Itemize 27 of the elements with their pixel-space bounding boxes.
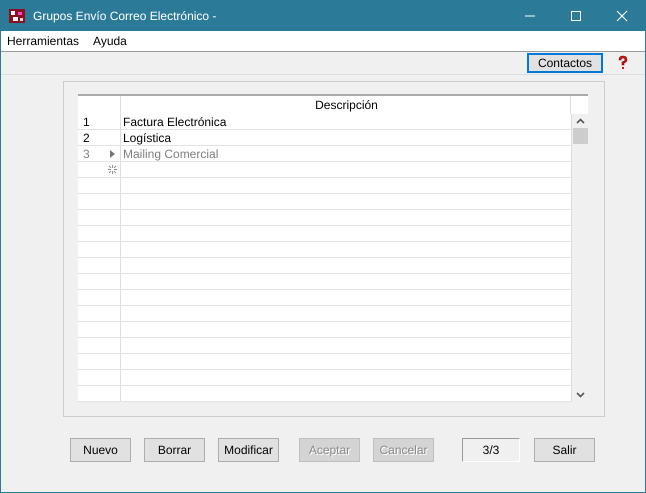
app-icon [9,9,25,23]
menu-item[interactable]: Ayuda [93,34,127,48]
row-number: 3 [83,146,90,160]
grid-row[interactable]: 2 Logística [78,130,571,146]
window-title: Grupos Envío Correo Electrónico - [33,9,218,23]
description-text: Mailing Comercial [123,146,218,160]
contacts-button[interactable]: Contactos [526,53,603,73]
action-button[interactable]: Nuevo [70,438,131,462]
scroll-up-icon[interactable] [576,118,584,124]
row-number: 1 [83,114,90,128]
action-button[interactable]: Borrar [144,438,205,462]
record-counter: 3/3 [462,438,520,462]
grid-row[interactable]: 3 Mailing Comercial [78,146,571,162]
description-text: Factura Electrónica [123,114,226,128]
row-number: 2 [83,130,90,144]
menu-item[interactable]: Herramientas [7,34,80,48]
action-button[interactable]: Modificar [218,438,279,462]
maximize-icon[interactable] [570,10,582,22]
exit-button[interactable]: Salir [534,438,595,462]
grid-row[interactable]: 1 Factura Electrónica [78,114,571,130]
description-text: Logística [123,130,172,144]
close-icon[interactable] [616,10,628,22]
row-pointer-icon [110,150,114,158]
scroll-thumb[interactable] [572,128,588,144]
column-header[interactable]: Descripción [121,96,571,114]
scroll-down-icon[interactable] [576,392,584,398]
new-row-icon [108,165,116,174]
